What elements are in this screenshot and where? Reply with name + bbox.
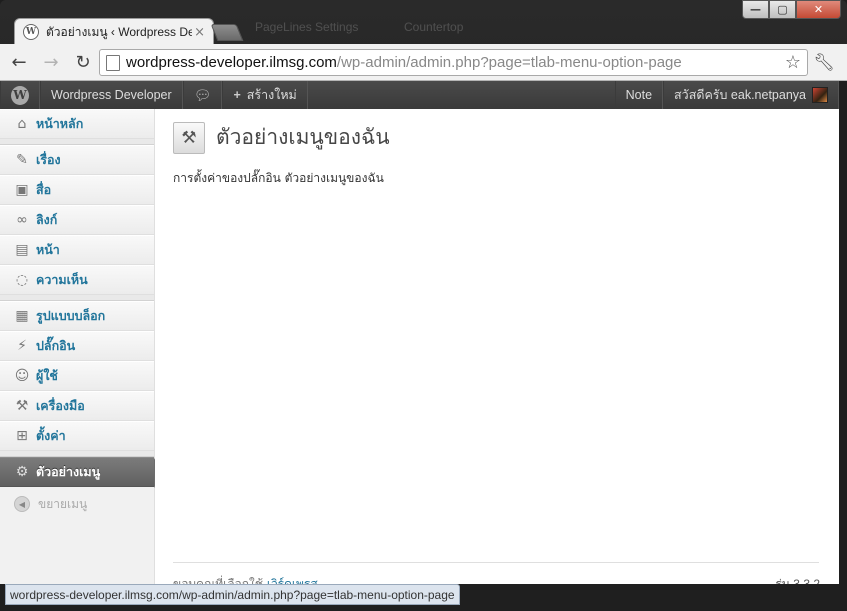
- menu-item-label: ปลั๊กอิน: [36, 338, 76, 353]
- wrench-menu-icon[interactable]: 🔧︎: [813, 53, 835, 73]
- wordpress-favicon-icon: W: [23, 24, 39, 40]
- menu-item-settings[interactable]: ⊞ ตั้งค่า: [0, 421, 154, 451]
- link-icon: ∞: [16, 212, 28, 228]
- menu-item-label: ความเห็น: [36, 272, 88, 287]
- minimize-button[interactable]: —: [742, 0, 769, 19]
- admin-menu: ⌂ หน้าหลัก ✎ เรื่อง ▣ สื่อ ∞ ลิงก์ ▤ หน้…: [0, 109, 163, 584]
- menu-item-label: หน้า: [36, 242, 60, 257]
- new-content-menu[interactable]: + สร้างใหม่: [222, 81, 308, 109]
- menu-item-label: ตัวอย่างเมนู: [36, 464, 101, 479]
- menu-item-appearance[interactable]: ▦ รูปแบบบล็อก: [0, 301, 154, 331]
- comments-button[interactable]: 💬︎: [182, 81, 223, 109]
- page-icon: [106, 54, 120, 71]
- menu-item-label: ลิงก์: [36, 212, 58, 227]
- comment-bubble-icon: 💬︎: [193, 86, 212, 103]
- new-tab-button[interactable]: [210, 24, 244, 41]
- menu-item-label: รูปแบบบล็อก: [36, 308, 106, 323]
- active-tab[interactable]: W ตัวอย่างเมนู ‹ Wordpress Developer — W…: [14, 18, 214, 45]
- collapse-menu-button[interactable]: ◀ ขยายเมนู: [0, 487, 154, 521]
- menu-item-label: เครื่องมือ: [36, 398, 85, 413]
- wp-logo-button[interactable]: W: [0, 81, 40, 109]
- account-menu[interactable]: สวัสดีครับ eak.netpanya: [663, 81, 839, 109]
- menu-item-label: สื่อ: [36, 182, 52, 197]
- wp-admin-bar: W Wordpress Developer 💬︎ + สร้างใหม่ Not…: [0, 81, 839, 109]
- pin-icon: ✎: [16, 152, 28, 168]
- reload-icon[interactable]: ↻: [70, 49, 96, 75]
- plus-icon: +: [233, 88, 241, 102]
- url-path: /wp-admin/admin.php?page=tlab-menu-optio…: [336, 54, 682, 71]
- status-bubble: wordpress-developer.ilmsg.com/wp-admin/a…: [5, 584, 460, 605]
- url-host: wordpress-developer.ilmsg.com: [126, 54, 337, 71]
- page-header: ⚒ ตัวอย่างเมนูของฉัน: [173, 121, 390, 154]
- collapse-arrow-icon: ◀: [14, 496, 30, 512]
- main-content: ⚒ ตัวอย่างเมนูของฉัน การตั้งค่าของปลั๊กอ…: [155, 109, 839, 591]
- menu-item-links[interactable]: ∞ ลิงก์: [0, 205, 154, 235]
- menu-item-label: ผู้ใช้: [36, 368, 58, 383]
- browser-toolbar: ← → ↻ wordpress-developer.ilmsg.com/wp-a…: [0, 44, 847, 81]
- back-icon[interactable]: ←: [6, 49, 32, 75]
- new-content-label: สร้างใหม่: [246, 88, 297, 102]
- background-tab-label: PageLines Settings: [255, 20, 359, 34]
- tools-icon: ⚒: [15, 398, 29, 414]
- tools-icon: ⚒: [173, 121, 205, 154]
- avatar: [812, 87, 828, 103]
- media-icon: ▣: [15, 182, 29, 198]
- menu-item-dashboard[interactable]: ⌂ หน้าหลัก: [0, 109, 154, 139]
- bookmark-star-icon[interactable]: ☆: [785, 52, 801, 73]
- collapse-menu-label: ขยายเมนู: [38, 496, 88, 511]
- tab-title: ตัวอย่างเมนู ‹ Wordpress Developer — Wor…: [46, 24, 193, 39]
- users-icon: ☺: [14, 368, 30, 384]
- window-controls: — ▢ ✕: [742, 0, 841, 19]
- menu-item-users[interactable]: ☺ ผู้ใช้: [0, 361, 154, 391]
- menu-item-plugins[interactable]: ⚡︎ ปลั๊กอิน: [0, 331, 154, 361]
- page-title: ตัวอย่างเมนูของฉัน: [216, 125, 390, 149]
- background-tab-label: Countertop: [404, 20, 464, 34]
- footer-divider: [173, 562, 819, 563]
- maximize-button[interactable]: ▢: [769, 0, 796, 19]
- page-description: การตั้งค่าของปลั๊กอิน ตัวอย่างเมนูของฉัน: [173, 171, 384, 185]
- settings-icon: ⊞: [16, 428, 28, 444]
- admin-bar-right: Note สวัสดีครับ eak.netpanya: [614, 81, 839, 109]
- close-window-button[interactable]: ✕: [796, 0, 841, 19]
- menu-item-label: เรื่อง: [36, 152, 61, 167]
- menu-item-pages[interactable]: ▤ หน้า: [0, 235, 154, 265]
- wordpress-logo-icon: W: [11, 85, 29, 105]
- page-icon: ▤: [15, 242, 29, 258]
- comment-icon: ◌: [15, 272, 29, 288]
- tab-strip: W ตัวอย่างเมนู ‹ Wordpress Developer — W…: [0, 0, 847, 45]
- note-link[interactable]: Note: [614, 81, 664, 109]
- plugin-icon: ⚡︎: [17, 338, 27, 354]
- menu-item-media[interactable]: ▣ สื่อ: [0, 175, 154, 205]
- home-icon: ⌂: [17, 116, 27, 132]
- menu-item-label: ตั้งค่า: [36, 428, 66, 443]
- menu-item-label: หน้าหลัก: [36, 116, 84, 131]
- window-frame-right: [839, 81, 847, 611]
- tab-close-icon[interactable]: ×: [194, 25, 205, 40]
- address-bar[interactable]: wordpress-developer.ilmsg.com/wp-admin/a…: [99, 49, 808, 76]
- plugin-menu-icon: ⚙︎: [15, 464, 29, 480]
- greeting-text: สวัสดีครับ eak.netpanya: [674, 88, 806, 102]
- menu-item-example-menu[interactable]: ⚙︎ ตัวอย่างเมนู: [0, 457, 163, 488]
- url-text[interactable]: wordpress-developer.ilmsg.com/wp-admin/a…: [126, 54, 785, 71]
- browser-window: W ตัวอย่างเมนู ‹ Wordpress Developer — W…: [0, 0, 847, 611]
- site-name-link[interactable]: Wordpress Developer: [40, 81, 183, 109]
- menu-item-posts[interactable]: ✎ เรื่อง: [0, 145, 154, 175]
- menu-item-comments[interactable]: ◌ ความเห็น: [0, 265, 154, 295]
- forward-icon[interactable]: →: [38, 49, 64, 75]
- menu-item-tools[interactable]: ⚒ เครื่องมือ: [0, 391, 154, 421]
- appearance-icon: ▦: [15, 308, 29, 324]
